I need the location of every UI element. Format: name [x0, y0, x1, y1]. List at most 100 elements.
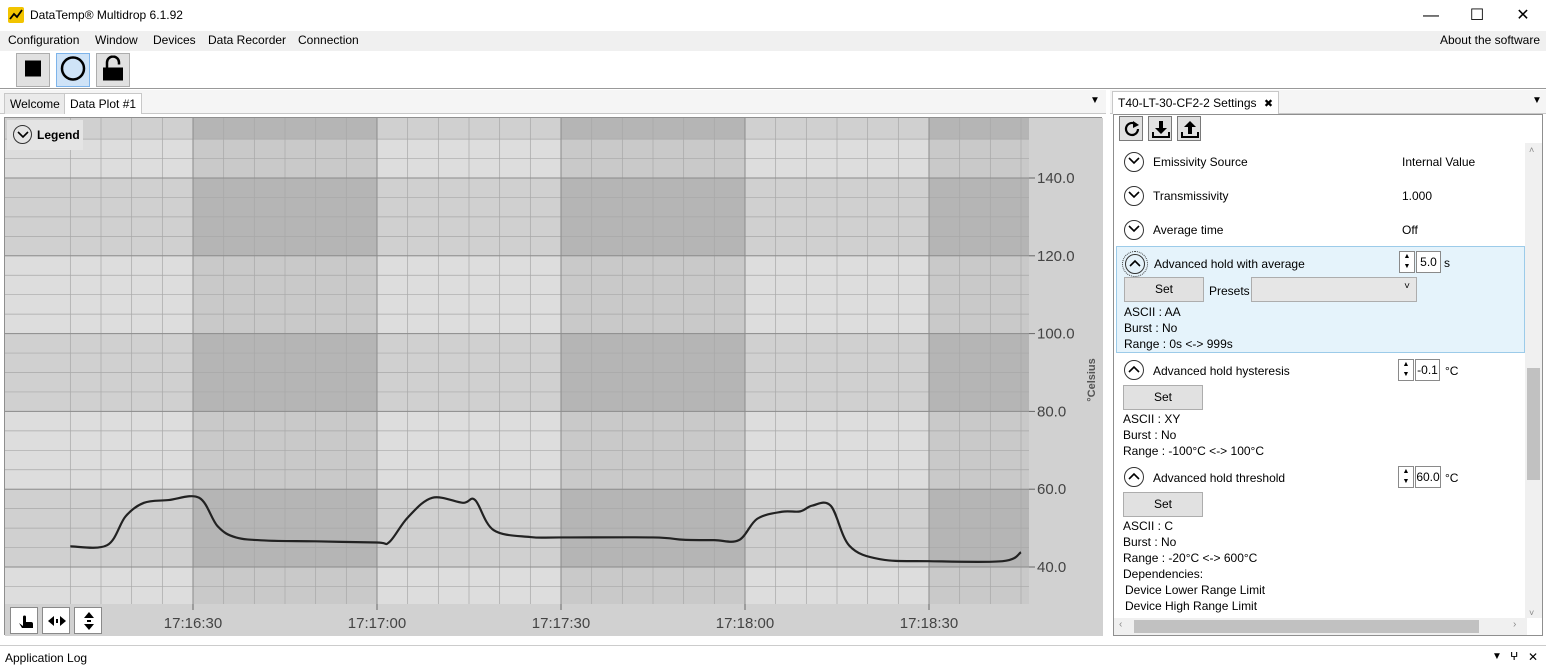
log-menu-icon[interactable]: ▼: [1492, 651, 1502, 662]
refresh-button[interactable]: [1119, 116, 1143, 141]
chevron-up-icon[interactable]: [1124, 360, 1144, 380]
horizontal-zoom-button[interactable]: [42, 607, 70, 634]
menu-devices[interactable]: Devices: [153, 33, 196, 47]
horizontal-scrollbar[interactable]: ‹ ›: [1114, 618, 1527, 635]
dependency-item: Device High Range Limit: [1125, 599, 1258, 613]
y-tick-label: 60.0: [1037, 481, 1066, 498]
download-icon: [1152, 120, 1170, 141]
scroll-left-icon[interactable]: ‹: [1119, 619, 1122, 630]
setting-row-advanced-hold-average: Advanced hold with average ▲ ▼ 5.0 s Set …: [1116, 246, 1525, 353]
setting-label: Emissivity Source: [1153, 155, 1248, 169]
set-button[interactable]: Set: [1123, 492, 1203, 517]
pan-button[interactable]: [10, 607, 38, 634]
chevron-up-icon[interactable]: [1124, 467, 1144, 487]
chevron-down-icon[interactable]: [1124, 186, 1144, 206]
value-input[interactable]: 60.0: [1415, 466, 1441, 488]
info-line: Burst : No: [1123, 535, 1177, 549]
vertical-scroll-thumb[interactable]: [1527, 368, 1540, 480]
main-toolbar: [0, 51, 1546, 89]
document-tabs: Welcome Data Plot #1 ▼: [0, 90, 1106, 114]
x-tick-label: 17:17:00: [348, 615, 406, 632]
legend-toggle[interactable]: Legend: [7, 120, 83, 150]
title-bar: DataTemp® Multidrop 6.1.92 — ☐ ✕: [0, 0, 1546, 31]
info-line: Burst : No: [1124, 321, 1178, 335]
info-line: Range : -20°C <-> 600°C: [1123, 551, 1258, 565]
setting-info: ASCII : C Burst : No Range : -20°C <-> 6…: [1123, 518, 1265, 614]
setting-label: Advanced hold with average: [1154, 257, 1305, 271]
tab-device-settings-label: T40-LT-30-CF2-2 Settings: [1118, 96, 1257, 110]
upload-button[interactable]: [1177, 116, 1201, 141]
pin-icon[interactable]: ⵖ: [1510, 650, 1518, 663]
vertical-scrollbar[interactable]: ˄ ˅: [1525, 143, 1542, 618]
x-axis-area: [5, 604, 1029, 636]
tab-welcome[interactable]: Welcome: [4, 93, 66, 114]
tab-data-plot[interactable]: Data Plot #1: [64, 93, 143, 114]
settings-panel: Emissivity Source Internal Value Transmi…: [1113, 114, 1543, 636]
plot-column-band: [5, 118, 193, 604]
chevron-up-icon[interactable]: [1122, 251, 1148, 277]
menu-about[interactable]: About the software: [1440, 33, 1540, 47]
y-tick-label: 140.0: [1037, 170, 1075, 187]
info-line: Range : 0s <-> 999s: [1124, 337, 1233, 351]
close-tab-icon[interactable]: ✖: [1264, 98, 1273, 110]
minimize-button[interactable]: —: [1408, 0, 1454, 31]
tab-menu-icon[interactable]: ▼: [1090, 95, 1100, 106]
value-input[interactable]: 5.0: [1416, 251, 1441, 273]
y-axis-label: °Celsius: [1086, 358, 1098, 402]
scroll-down-icon[interactable]: ˅: [1529, 608, 1534, 618]
download-button[interactable]: [1148, 116, 1172, 141]
y-tick-label: 120.0: [1037, 248, 1075, 265]
x-tick-label: 17:17:30: [532, 615, 590, 632]
x-tick-label: 17:16:30: [164, 615, 222, 632]
spinner-arrows[interactable]: ▲ ▼: [1398, 466, 1414, 488]
scroll-right-icon[interactable]: ›: [1513, 619, 1516, 630]
spinner-arrows[interactable]: ▲ ▼: [1399, 251, 1415, 273]
window-title: DataTemp® Multidrop 6.1.92: [30, 8, 183, 22]
chevron-down-icon[interactable]: [1124, 220, 1144, 240]
setting-row-emissivity-source: Emissivity Source Internal Value: [1118, 151, 1523, 173]
refresh-icon: [1123, 120, 1141, 141]
legend-label: Legend: [37, 128, 80, 142]
scroll-up-icon[interactable]: ˄: [1529, 145, 1534, 155]
presets-select[interactable]: ˅: [1251, 277, 1417, 302]
setting-row-transmissivity: Transmissivity 1.000: [1118, 185, 1523, 207]
info-line: ASCII : AA: [1124, 305, 1181, 319]
y-tick-label: 100.0: [1037, 326, 1075, 343]
setting-value: Off: [1402, 223, 1418, 237]
menu-connection[interactable]: Connection: [298, 33, 359, 47]
tab-device-settings[interactable]: T40-LT-30-CF2-2 Settings ✖: [1112, 91, 1280, 114]
chevron-down-icon[interactable]: [1124, 152, 1144, 172]
set-button[interactable]: Set: [1123, 385, 1203, 410]
setting-label: Advanced hold threshold: [1153, 471, 1286, 485]
stop-button[interactable]: [16, 53, 50, 87]
y-tick-label: 40.0: [1037, 559, 1066, 576]
lock-button[interactable]: [96, 53, 130, 87]
setting-value: 1.000: [1402, 189, 1433, 203]
application-log-title: Application Log: [5, 651, 88, 665]
menu-bar: Configuration Window Devices Data Record…: [0, 31, 1546, 51]
record-button[interactable]: [56, 53, 90, 87]
setting-row-advanced-hold-hysteresis: Advanced hold hysteresis ▲ ▼ -0.1 °C Set …: [1118, 359, 1523, 460]
menu-data-recorder[interactable]: Data Recorder: [208, 33, 286, 47]
data-plot[interactable]: 140.0 120.0 100.0 80.0 60.0 40.0 °Celsius 17:16…: [4, 117, 1103, 636]
vertical-zoom-button[interactable]: [74, 607, 102, 634]
spinner-arrows[interactable]: ▲ ▼: [1398, 359, 1414, 381]
menu-window[interactable]: Window: [95, 33, 138, 47]
unit-label: °C: [1445, 471, 1459, 485]
dependency-item: Device Lower Range Limit: [1125, 583, 1266, 597]
setting-info: ASCII : XY Burst : No Range : -100°C <->…: [1123, 411, 1264, 459]
settings-tab-menu-icon[interactable]: ▼: [1532, 95, 1542, 106]
close-window-button[interactable]: ✕: [1500, 0, 1546, 31]
upload-icon: [1181, 120, 1199, 141]
setting-row-advanced-hold-threshold: Advanced hold threshold ▲ ▼ 60.0 °C Set A…: [1118, 466, 1523, 617]
close-log-icon[interactable]: ✕: [1528, 650, 1538, 664]
x-tick-label: 17:18:30: [900, 615, 958, 632]
plot-row-band: [5, 567, 1029, 610]
menu-configuration[interactable]: Configuration: [8, 33, 79, 47]
horizontal-scroll-thumb[interactable]: [1134, 620, 1479, 633]
chevron-down-icon: ˅: [1404, 281, 1410, 292]
set-button[interactable]: Set: [1124, 277, 1204, 302]
unlock-icon: [102, 55, 124, 85]
maximize-button[interactable]: ☐: [1454, 0, 1500, 31]
value-input[interactable]: -0.1: [1415, 359, 1440, 381]
